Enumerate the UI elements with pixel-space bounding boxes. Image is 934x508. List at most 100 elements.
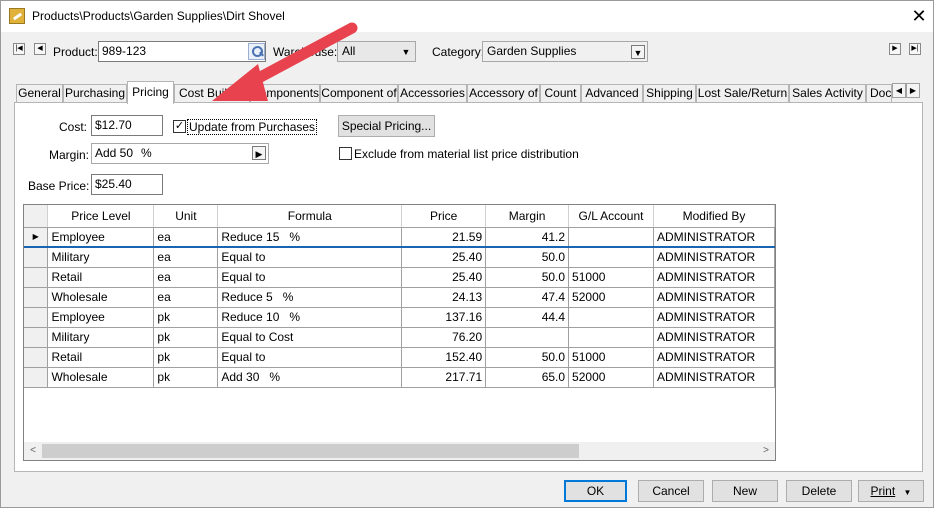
cell-price[interactable]: 25.40 [401,267,487,288]
cell-modified-by[interactable]: ADMINISTRATOR [653,247,775,268]
column-header-margin[interactable]: Margin [485,205,570,228]
cell-formula[interactable]: Reduce 5% [217,287,403,308]
cell-gl-account[interactable] [568,307,654,328]
tab-scroll-left-icon[interactable]: ◀ [892,83,906,98]
next-record-icon[interactable]: ▶ [889,43,901,55]
row-indicator[interactable] [24,327,49,348]
table-row[interactable]: Wholesale ea Reduce 5% 24.13 47.4 52000 ADMINI… [24,287,775,308]
cell-price[interactable]: 76.20 [401,327,487,348]
table-row[interactable]: Employee pk Reduce 10% 137.16 44.4 ADMINISTRA… [24,307,775,328]
exclude-distribution-checkbox[interactable] [339,147,352,160]
cell-gl-account[interactable]: 51000 [568,347,654,368]
cell-margin[interactable]: 47.4 [485,287,570,308]
update-from-purchases-checkbox[interactable]: ✓ [173,120,186,133]
cell-margin[interactable]: 50.0 [485,247,570,268]
cell-modified-by[interactable]: ADMINISTRATOR [653,327,775,348]
special-pricing-button[interactable]: Special Pricing... [338,115,435,137]
cell-unit[interactable]: ea [153,287,219,308]
cell-unit[interactable]: pk [153,327,219,348]
delete-button[interactable]: Delete [786,480,852,502]
row-indicator[interactable]: ▶ [24,227,49,248]
tab-purchasing[interactable]: Purchasing [63,84,127,103]
tab-count[interactable]: Count [540,84,581,103]
cell-price-level[interactable]: Employee [47,307,155,328]
tab-lost-sale-return[interactable]: Lost Sale/Return [696,84,789,103]
update-from-purchases-label[interactable]: Update from Purchases [187,119,318,135]
cell-price-level[interactable]: Military [47,327,155,348]
table-row[interactable]: Military pk Equal to Cost 76.20 ADMINISTRATO… [24,327,775,348]
base-price-input[interactable]: $25.40 [91,174,163,195]
cell-margin[interactable]: 41.2 [485,227,570,248]
new-button[interactable]: New [712,480,778,502]
column-header-modified-by[interactable]: Modified By [653,205,775,228]
cell-price-level[interactable]: Military [47,247,155,268]
cell-gl-account[interactable]: 52000 [568,367,654,388]
ok-button[interactable]: OK [564,480,627,502]
last-record-icon[interactable]: ▶| [909,43,921,55]
expand-right-icon[interactable]: ▶ [252,146,266,160]
product-lookup-icon[interactable] [248,43,265,60]
cell-price-level[interactable]: Employee [47,227,155,248]
scroll-left-icon[interactable]: < [26,444,40,458]
cell-price[interactable]: 217.71 [401,367,487,388]
cell-margin[interactable]: 50.0 [485,347,570,368]
scrollbar-thumb[interactable] [42,444,579,458]
row-indicator[interactable] [24,347,49,368]
cell-price[interactable]: 137.16 [401,307,487,328]
cell-modified-by[interactable]: ADMINISTRATOR [653,267,775,288]
cell-formula[interactable]: Equal to Cost [217,327,403,348]
margin-input[interactable]: Add 50 % ▶ [91,143,269,164]
category-select[interactable]: Garden Supplies ▼ [482,41,648,62]
cell-price-level[interactable]: Wholesale [47,287,155,308]
tab-components[interactable]: Components [250,84,320,103]
column-header-formula[interactable]: Formula [217,205,403,228]
cell-modified-by[interactable]: ADMINISTRATOR [653,367,775,388]
tab-sales-activity[interactable]: Sales Activity [789,84,866,103]
table-row[interactable]: Retail ea Equal to 25.40 50.0 51000 ADMINISTRA… [24,267,775,288]
tab-component-of[interactable]: Component of [320,84,398,103]
cell-price[interactable]: 21.59 [401,227,487,248]
cell-price-level[interactable]: Retail [47,347,155,368]
cell-gl-account[interactable]: 51000 [568,267,654,288]
table-row[interactable]: Military ea Equal to 25.40 50.0 ADMINISTRATOR [24,247,775,268]
tab-shipping[interactable]: Shipping [643,84,696,103]
cell-gl-account[interactable]: 52000 [568,287,654,308]
row-indicator[interactable] [24,247,49,268]
tab-documents[interactable]: Documents [866,84,892,103]
row-indicator[interactable] [24,307,49,328]
cell-unit[interactable]: ea [153,247,219,268]
cell-gl-account[interactable] [568,327,654,348]
cell-price-level[interactable]: Retail [47,267,155,288]
cell-unit[interactable]: pk [153,367,219,388]
cell-price[interactable]: 24.13 [401,287,487,308]
cell-margin[interactable]: 65.0 [485,367,570,388]
cell-margin[interactable]: 44.4 [485,307,570,328]
print-button[interactable]: Print ▼ [858,480,924,502]
cell-formula[interactable]: Equal to [217,347,403,368]
column-header-price[interactable]: Price [401,205,487,228]
column-header-gl-account[interactable]: G/L Account [568,205,654,228]
cell-price[interactable]: 152.40 [401,347,487,368]
close-icon[interactable]: ✕ [907,4,931,28]
tab-cost-buildout[interactable]: Cost Buildout [174,84,250,103]
tab-general[interactable]: General [16,84,63,103]
tab-accessory-of[interactable]: Accessory of [467,84,540,103]
cell-formula[interactable]: Reduce 15% [217,227,403,248]
cost-input[interactable]: $12.70 [91,115,163,136]
cell-gl-account[interactable] [568,247,654,268]
cell-price[interactable]: 25.40 [401,247,487,268]
tab-pricing[interactable]: Pricing [127,81,174,104]
tab-scroll-right-icon[interactable]: ▶ [906,83,920,98]
table-row[interactable]: ▶ Employee ea Reduce 15% 21.59 41.2 ADMINISTRA… [24,227,775,248]
cell-formula[interactable]: Add 30% [217,367,403,388]
cell-margin[interactable] [485,327,570,348]
cell-modified-by[interactable]: ADMINISTRATOR [653,347,775,368]
table-row[interactable]: Wholesale pk Add 30% 217.71 65.0 52000 ADMINIS… [24,367,775,388]
tab-advanced[interactable]: Advanced [581,84,643,103]
product-input[interactable]: 989-123 [98,41,266,62]
prev-record-icon[interactable]: ◀ [34,43,46,55]
cell-unit[interactable]: ea [153,267,219,288]
cell-margin[interactable]: 50.0 [485,267,570,288]
warehouse-select[interactable]: All ▼ [337,41,416,62]
horizontal-scrollbar[interactable]: < > [24,442,775,460]
